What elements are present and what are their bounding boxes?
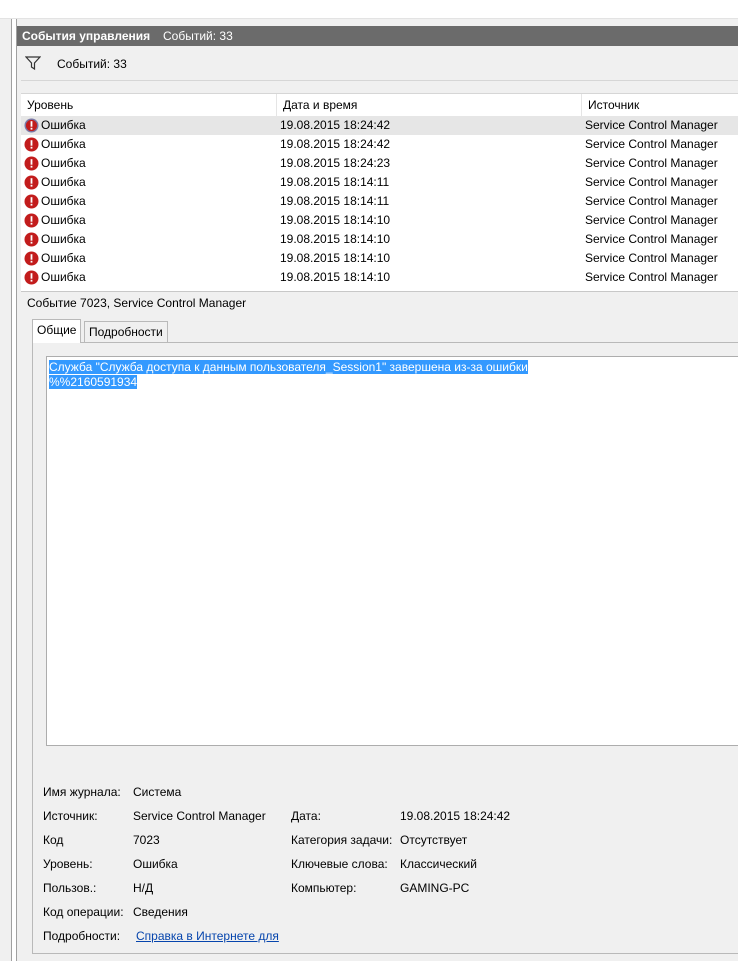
error-icon [24,175,39,190]
row-source: Service Control Manager [585,156,718,170]
row-source: Service Control Manager [585,270,718,284]
opcode-value: Сведения [133,905,188,919]
row-datetime: 19.08.2015 18:24:42 [280,118,391,132]
source-label: Источник: [43,809,98,823]
error-icon [24,137,39,152]
task-category-label: Категория задачи: [291,833,393,847]
error-icon [24,156,39,171]
row-datetime: 19.08.2015 18:24:42 [280,137,391,151]
tab-general[interactable]: Общие [32,319,82,343]
log-name-value: Система [133,785,182,799]
events-panel: События управления Событий: 33 Событий: … [16,19,738,961]
row-level: Ошибка [41,137,86,151]
code-label: Код [43,833,64,847]
date-value: 19.08.2015 18:24:42 [400,809,511,823]
events-table[interactable]: Уровень Дата и время Источник Ошибка 19.… [21,93,738,306]
error-icon [24,213,39,228]
column-header-level[interactable]: Уровень [27,98,73,112]
description-line-1: Служба "Служба доступа к данным пользова… [49,360,528,374]
row-datetime: 19.08.2015 18:24:23 [280,156,391,170]
error-icon [24,118,39,133]
row-source: Service Control Manager [585,232,718,246]
event-detail-header: Событие 7023, Service Control Manager [21,291,738,312]
panel-title-bar: События управления Событий: 33 [17,26,738,46]
code-value: 7023 [133,833,160,847]
opcode-label: Код операции: [43,905,124,919]
row-datetime: 19.08.2015 18:14:10 [280,270,391,284]
column-header-datetime[interactable]: Дата и время [283,98,357,112]
row-source: Service Control Manager [585,194,718,208]
filter-bar: Событий: 33 [21,47,738,81]
error-icon [24,232,39,247]
row-level: Ошибка [41,118,86,132]
event-description: Служба "Служба доступа к данным пользова… [49,360,528,390]
table-row[interactable]: Ошибка 19.08.2015 18:14:11 Service Contr… [21,192,738,211]
tab-general-content: Служба "Служба доступа к данным пользова… [32,342,738,954]
event-detail-title: Событие 7023, Service Control Manager [27,296,247,310]
row-source: Service Control Manager [585,175,718,189]
row-level: Ошибка [41,270,86,284]
computer-label: Компьютер: [291,881,357,895]
top-toolbar-strip [0,0,738,19]
row-datetime: 19.08.2015 18:14:11 [280,175,390,189]
task-category-value: Отсутствует [400,833,468,847]
level-label: Уровень: [43,857,93,871]
log-name-label: Имя журнала: [43,785,121,799]
filter-funnel-icon[interactable] [25,55,41,71]
row-level: Ошибка [41,251,86,265]
date-label: Дата: [291,809,321,823]
level-value: Ошибка [133,857,178,871]
event-description-box[interactable]: Служба "Служба доступа к данным пользова… [46,356,738,746]
row-source: Service Control Manager [585,251,718,265]
column-header-source[interactable]: Источник [588,98,639,112]
user-label: Пользов.: [43,881,97,895]
table-row[interactable]: Ошибка 19.08.2015 18:14:10 Service Contr… [21,268,738,287]
panel-title: События управления [22,29,151,43]
row-level: Ошибка [41,232,86,246]
row-level: Ошибка [41,213,86,227]
online-help-link[interactable]: Справка в Интернете для [136,929,279,943]
more-info-label: Подробности: [43,929,121,943]
user-value: Н/Д [133,881,154,895]
keywords-value: Классический [400,857,477,871]
table-row[interactable]: Ошибка 19.08.2015 18:14:10 Service Contr… [21,249,738,268]
table-row[interactable]: Ошибка 19.08.2015 18:14:11 Service Contr… [21,173,738,192]
error-icon [24,251,39,266]
tab-details[interactable]: Подробности [84,321,168,342]
table-header: Уровень Дата и время Источник [21,94,738,117]
row-source: Service Control Manager [585,137,718,151]
panel-event-count: Событий: 33 [163,29,233,43]
error-icon [24,194,39,209]
table-row[interactable]: Ошибка 19.08.2015 18:14:10 Service Contr… [21,211,738,230]
computer-value: GAMING-PC [400,881,470,895]
row-level: Ошибка [41,156,86,170]
description-line-2: %%2160591934 [49,375,138,389]
error-icon [24,270,39,285]
table-row[interactable]: Ошибка 19.08.2015 18:24:23 Service Contr… [21,154,738,173]
row-datetime: 19.08.2015 18:14:11 [280,194,390,208]
row-datetime: 19.08.2015 18:14:10 [280,213,391,227]
row-source: Service Control Manager [585,213,718,227]
table-row[interactable]: Ошибка 19.08.2015 18:24:42 Service Contr… [21,116,738,135]
column-divider[interactable] [581,94,582,116]
table-row[interactable]: Ошибка 19.08.2015 18:24:42 Service Contr… [21,135,738,154]
row-datetime: 19.08.2015 18:14:10 [280,232,391,246]
row-datetime: 19.08.2015 18:14:10 [280,251,391,265]
row-source: Service Control Manager [585,118,718,132]
keywords-label: Ключевые слова: [291,857,388,871]
column-divider[interactable] [276,94,277,116]
source-value: Service Control Manager [133,809,266,823]
filter-count-text: Событий: 33 [57,57,127,71]
row-level: Ошибка [41,175,86,189]
table-row[interactable]: Ошибка 19.08.2015 18:14:10 Service Contr… [21,230,738,249]
row-level: Ошибка [41,194,86,208]
left-navigation-pane [0,19,12,961]
